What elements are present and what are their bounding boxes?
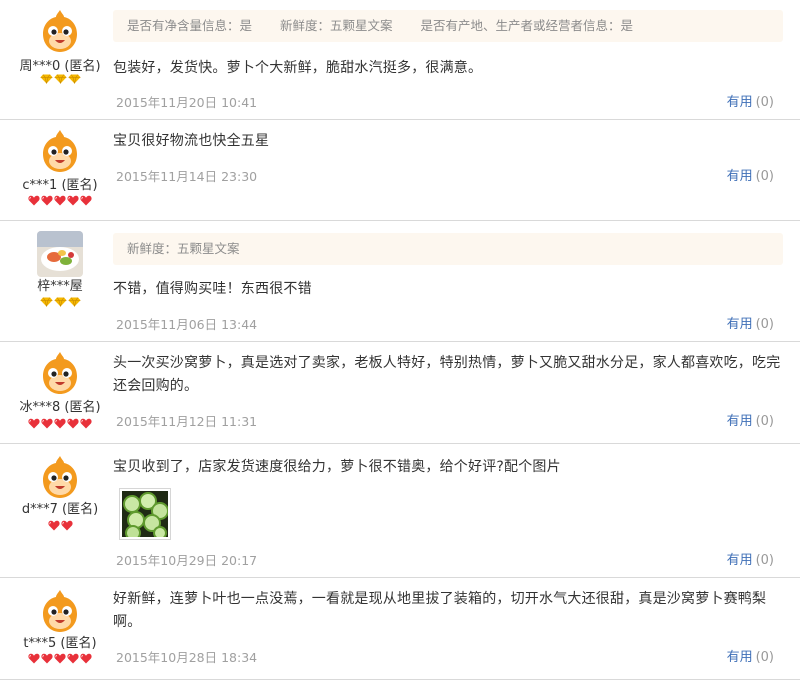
useful-vote: 有用 (0) [727,646,774,665]
taobao-mascot-icon [37,588,83,634]
red-heart-rank-icon [60,520,73,531]
red-heart-rank-icon [67,195,79,206]
review-content: 宝贝很好物流也快全五星 [113,133,270,149]
user-avatar[interactable] [37,588,83,634]
reviewer-name: t***5 (匿名) [23,636,97,651]
review-list: 周***0 (匿名) 是否有净含量信息：是 新鲜度：五颗星文案 是否有产地、生产… [0,0,800,680]
useful-button[interactable]: 有用 [727,414,753,429]
review-date: 2015年11月06日 13:44 [116,317,258,332]
red-heart-rank-icon [28,418,40,429]
user-avatar[interactable] [37,231,83,277]
attribute-freshness: 新鲜度：五颗星文案 [127,241,240,256]
reviewer-rank [8,653,112,665]
review-content: 不错，值得购买哇！东西很不错 [113,281,312,297]
gold-diamond-rank-icon [54,297,66,307]
cucumber-slices-photo-icon [122,491,169,541]
useful-count: (0) [755,95,774,110]
gold-diamond-rank-icon [68,297,80,307]
gold-diamond-rank-icon [40,74,52,84]
useful-button[interactable]: 有用 [727,95,753,110]
red-heart-rank-icon [28,195,40,206]
review-item: 冰***8 (匿名) 头一次买沙窝萝卜，真是选对了卖家，老板人特好，特别热情，萝… [0,342,800,444]
red-heart-rank-icon [80,653,92,664]
reviewer-rank [8,297,112,309]
useful-button[interactable]: 有用 [727,317,753,332]
user-avatar[interactable] [37,128,83,174]
useful-button[interactable]: 有用 [727,553,753,568]
red-heart-rank-icon [54,195,66,206]
reviewer-name: 冰***8 (匿名) [19,400,101,415]
useful-count: (0) [755,553,774,568]
reviewer-rank [8,74,112,86]
review-content: 好新鲜，连萝卜叶也一点没蔫，一看就是现从地里拔了装箱的，切开水气大还很甜，真是沙… [113,591,767,630]
user-avatar[interactable] [37,350,83,396]
product-attributes: 是否有净含量信息：是 新鲜度：五颗星文案 是否有产地、生产者或经营者信息：是 [113,10,783,42]
reviewer-name: c***1 (匿名) [22,178,98,193]
product-attributes: 新鲜度：五颗星文案 [113,233,783,265]
red-heart-rank-icon [67,418,79,429]
gold-diamond-rank-icon [40,297,52,307]
reviewer-rank [8,520,112,532]
useful-vote: 有用 (0) [727,549,774,568]
useful-vote: 有用 (0) [727,313,774,332]
review-item: 周***0 (匿名) 是否有净含量信息：是 新鲜度：五颗星文案 是否有产地、生产… [0,0,800,120]
review-item: d***7 (匿名) 宝贝收到了，店家发货速度很给力，萝卜很不错奥，给个好评?配… [0,444,800,578]
useful-vote: 有用 (0) [727,410,774,429]
red-heart-rank-icon [67,653,79,664]
attribute-net-content: 是否有净含量信息：是 [127,18,253,33]
taobao-mascot-icon [37,350,83,396]
reviewer-name: 梓***屋 [37,279,83,294]
gold-diamond-rank-icon [54,74,66,84]
user-avatar[interactable] [37,8,83,54]
red-heart-rank-icon [80,418,92,429]
review-date: 2015年11月20日 10:41 [116,95,258,110]
review-item: t***5 (匿名) 好新鲜，连萝卜叶也一点没蔫，一看就是现从地里拔了装箱的，切… [0,578,800,680]
red-heart-rank-icon [80,195,92,206]
reviewer-rank [8,195,112,207]
review-date: 2015年11月12日 11:31 [116,414,258,429]
review-content: 包装好，发货快。萝卜个大新鲜，脆甜水汽挺多，很满意。 [113,60,483,76]
review-item: 梓***屋 新鲜度：五颗星文案 不错，值得购买哇！东西很不错 2015年11月0… [0,221,800,342]
taobao-mascot-icon [37,128,83,174]
user-avatar[interactable] [37,454,83,500]
red-heart-rank-icon [54,418,66,429]
red-heart-rank-icon [41,653,53,664]
reviewer-name: d***7 (匿名) [21,502,99,517]
attribute-freshness: 新鲜度：五颗星文案 [280,18,393,33]
useful-button[interactable]: 有用 [727,650,753,665]
review-content: 头一次买沙窝萝卜，真是选对了卖家，老板人特好，特别热情，萝卜又脆又甜水分足，家人… [113,355,781,394]
useful-vote: 有用 (0) [727,165,774,184]
red-heart-rank-icon [41,195,53,206]
gold-diamond-rank-icon [68,74,80,84]
review-content: 宝贝收到了，店家发货速度很给力，萝卜很不错奥，给个好评?配个图片 [113,459,561,475]
taobao-mascot-icon [37,454,83,500]
review-photo-thumbnail[interactable] [119,488,171,541]
reviewer-rank [8,418,112,430]
taobao-mascot-icon [37,8,83,54]
review-item: c***1 (匿名) 宝贝很好物流也快全五星 2015年11月14日 23:30… [0,120,800,221]
useful-button[interactable]: 有用 [727,169,753,184]
review-date: 2015年10月29日 20:17 [116,553,258,568]
useful-vote: 有用 (0) [727,91,774,110]
useful-count: (0) [755,650,774,665]
useful-count: (0) [755,317,774,332]
red-heart-rank-icon [54,653,66,664]
attribute-origin: 是否有产地、生产者或经营者信息：是 [420,18,634,33]
red-heart-rank-icon [28,653,40,664]
reviewer-name: 周***0 (匿名) [19,59,101,74]
useful-count: (0) [755,414,774,429]
red-heart-rank-icon [47,520,60,531]
useful-count: (0) [755,169,774,184]
review-date: 2015年10月28日 18:34 [116,650,258,665]
review-date: 2015年11月14日 23:30 [116,169,258,184]
red-heart-rank-icon [41,418,53,429]
food-photo-avatar-icon [37,231,83,277]
